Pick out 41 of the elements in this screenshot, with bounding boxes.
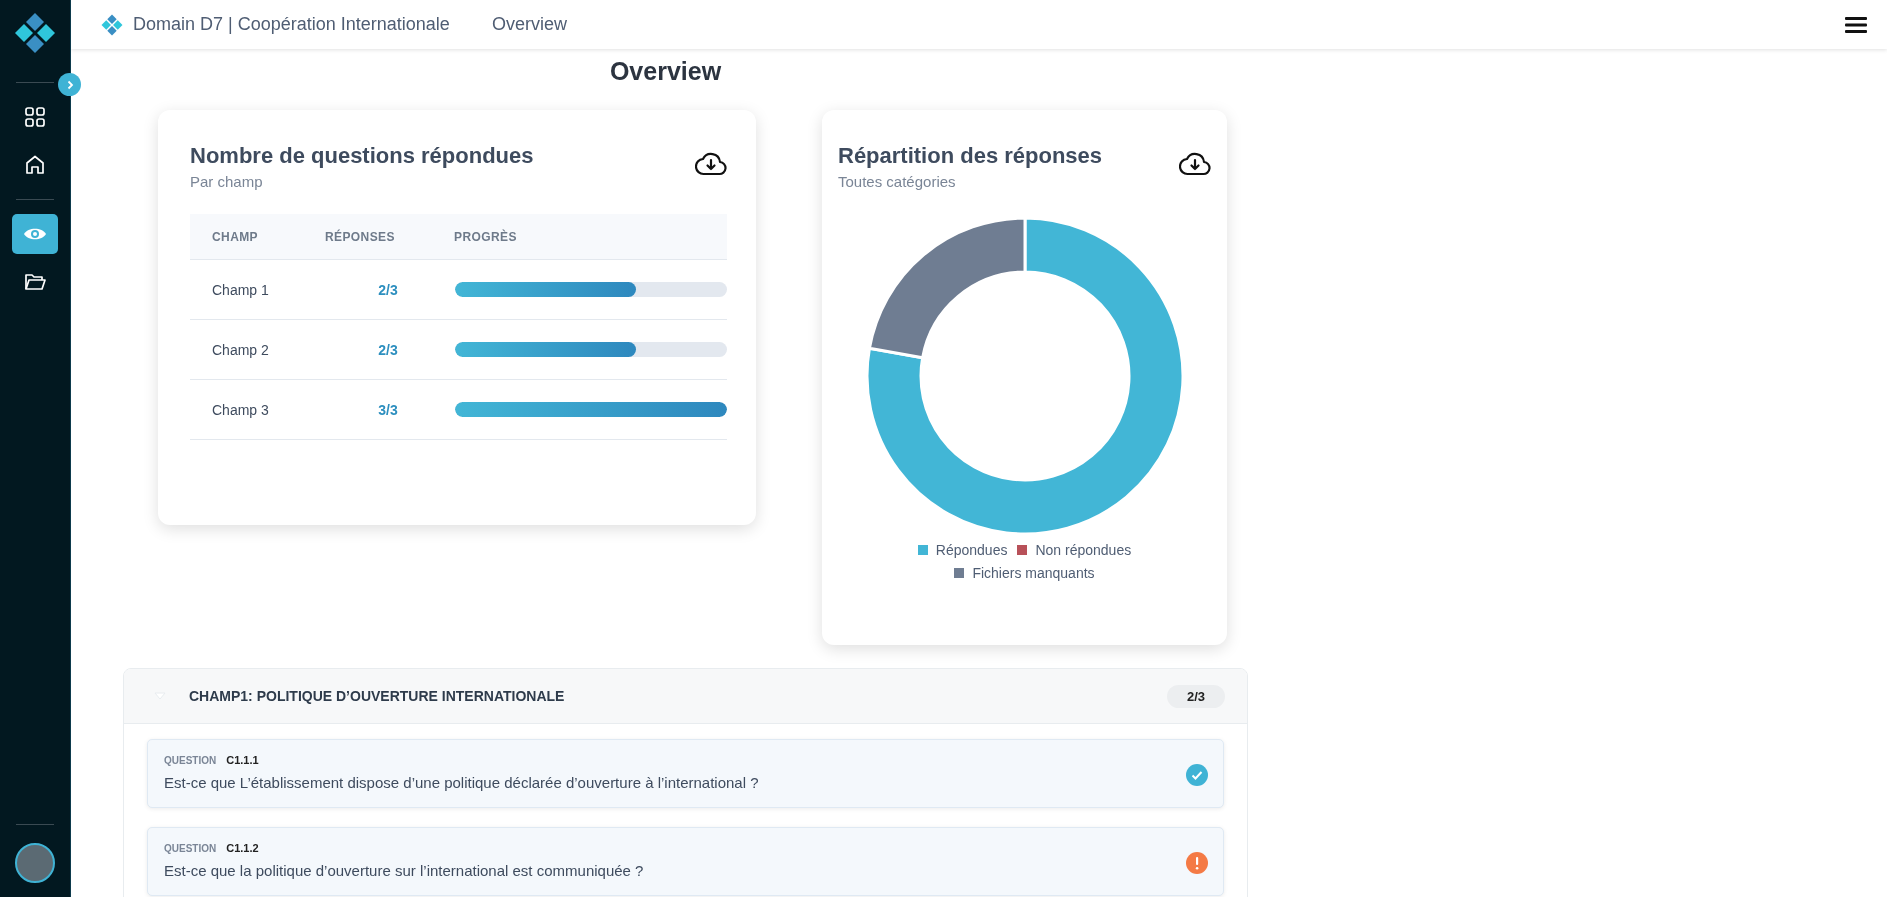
- table-cell-text: Champ 3: [211, 401, 270, 418]
- question-label: QUESTION: [164, 755, 217, 766]
- logo-icon: [101, 13, 123, 36]
- question-text: Est-ce que la politique d’ouverture sur l’international est communiquée ?: [164, 862, 644, 879]
- eye-icon: [23, 226, 47, 242]
- accordion-header[interactable]: CHAMP1: POLITIQUE D’OUVERTURE INTERNATIONALE 2/3: [124, 669, 1247, 724]
- menu-icon[interactable]: [1845, 15, 1867, 34]
- expand-sidebar-button[interactable]: [58, 73, 81, 96]
- table-cell-text: 2/3: [377, 341, 399, 358]
- question-text: Est-ce que L’établissement dispose d’une politique déclarée d’ouverture à l’international ?: [164, 774, 759, 791]
- question-card[interactable]: QUESTION C1.1.2 Est-ce que la politique d’ouverture sur l’international est communiquée ?: [147, 827, 1224, 896]
- legend-label: Non répondues: [1035, 542, 1132, 558]
- table-cell-text: 3/3: [377, 401, 399, 418]
- warning-icon: [1186, 852, 1208, 874]
- question-code: C1.1.2: [226, 842, 259, 854]
- app-title: Domain D7 | Coopération Internationale: [133, 14, 450, 35]
- page-title: Overview: [608, 57, 723, 87]
- column-header: RÉPONSES: [325, 229, 396, 244]
- card-title: Répartition des réponses: [838, 143, 1103, 169]
- question-code: C1.1.1: [226, 754, 259, 766]
- legend-label: Fichiers manquants: [972, 565, 1095, 581]
- legend-label: Répondues: [935, 542, 1008, 558]
- section-title: CHAMP1: POLITIQUE D’OUVERTURE INTERNATIONALE: [189, 688, 565, 704]
- card-subtitle: Toutes catégories: [838, 173, 957, 190]
- logo-icon: [14, 12, 56, 54]
- card-subtitle: Par champ: [190, 173, 264, 190]
- card-title: Nombre de questions répondues: [190, 143, 534, 169]
- column-header: CHAMP: [211, 229, 259, 244]
- table-cell-text: Champ 2: [211, 341, 270, 358]
- grid-icon: [24, 106, 46, 128]
- folder-icon: [24, 272, 46, 292]
- table-cell-text: 2/3: [377, 281, 399, 298]
- check-icon: [1186, 764, 1208, 786]
- column-header: PROGRÈS: [454, 229, 517, 244]
- count-badge: 2/3: [1166, 684, 1225, 708]
- home-icon: [24, 154, 46, 176]
- question-label: QUESTION: [164, 843, 217, 854]
- avatar[interactable]: [15, 843, 55, 883]
- breadcrumb[interactable]: Overview: [491, 14, 567, 35]
- table-cell-text: Champ 1: [211, 281, 270, 298]
- question-card[interactable]: QUESTION C1.1.1 Est-ce que L’établissement dispose d’une politique déclarée d’ouverture à l’international ?: [147, 739, 1224, 808]
